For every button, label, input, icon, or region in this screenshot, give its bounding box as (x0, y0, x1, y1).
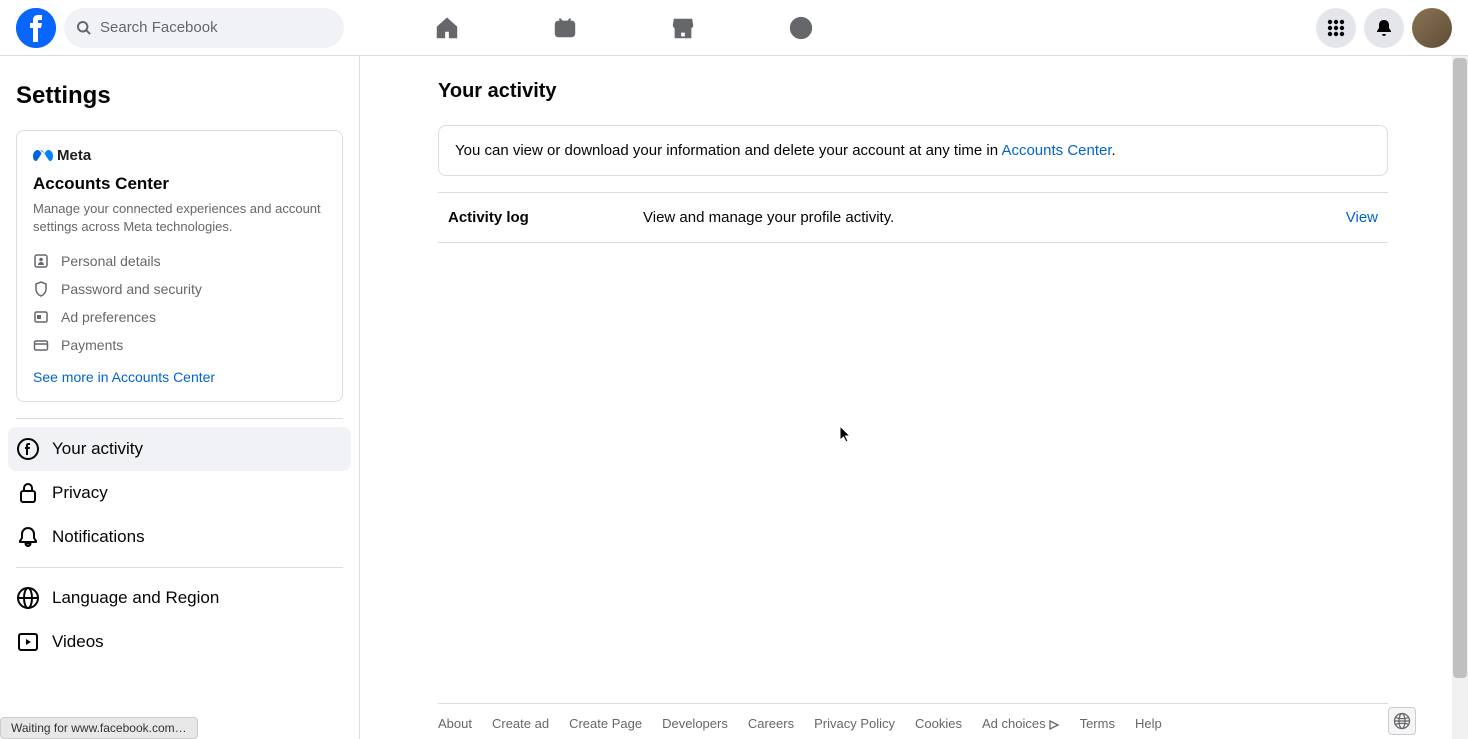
video-play-icon (16, 630, 40, 654)
footer: About Create ad Create Page Developers C… (438, 703, 1388, 739)
section-divider (438, 242, 1388, 243)
shield-icon (33, 281, 49, 297)
settings-title: Settings (8, 72, 351, 130)
nav-marketplace[interactable] (628, 4, 738, 52)
facebook-logo[interactable] (16, 8, 56, 48)
search-icon (76, 20, 92, 36)
password-security-item[interactable]: Password and security (33, 275, 326, 303)
accounts-center-link[interactable]: Accounts Center (1001, 142, 1111, 159)
footer-cookies[interactable]: Cookies (915, 716, 962, 731)
accounts-center-card[interactable]: Meta Accounts Center Manage your connect… (16, 130, 343, 402)
meta-brand-text: Meta (57, 147, 91, 164)
info-banner: You can view or download your informatio… (438, 125, 1388, 176)
footer-create-ad[interactable]: Create ad (492, 716, 549, 731)
sidebar: Settings Meta Accounts Center Manage you… (0, 56, 360, 739)
bell-icon (1374, 18, 1394, 38)
sidebar-privacy-label: Privacy (52, 483, 108, 503)
nav-video[interactable] (510, 4, 620, 52)
main-container: Settings Meta Accounts Center Manage you… (0, 56, 1468, 739)
groups-icon (788, 15, 814, 41)
menu-button[interactable] (1316, 8, 1356, 48)
search-input[interactable] (100, 19, 332, 36)
sidebar-item-your-activity[interactable]: Your activity (8, 427, 351, 471)
payments-item[interactable]: Payments (33, 331, 326, 359)
nav-groups[interactable] (746, 4, 856, 52)
activity-log-view-link[interactable]: View (1346, 209, 1378, 226)
sidebar-language-label: Language and Region (52, 588, 219, 608)
header-left (16, 8, 344, 48)
content-main: Your activity You can view or download y… (438, 80, 1388, 703)
globe-icon (1393, 712, 1411, 730)
facebook-logo-icon (16, 8, 56, 48)
footer-terms[interactable]: Terms (1080, 716, 1115, 731)
activity-log-row: Activity log View and manage your profil… (438, 193, 1388, 242)
sidebar-notifications-label: Notifications (52, 527, 145, 547)
personal-details-label: Personal details (61, 253, 161, 269)
banner-suffix: . (1112, 142, 1116, 159)
sidebar-divider (16, 418, 343, 419)
bell-icon (16, 525, 40, 549)
scrollbar-thumb[interactable] (1453, 58, 1467, 678)
footer-developers[interactable]: Developers (662, 716, 728, 731)
accounts-card-description: Manage your connected experiences and ac… (33, 200, 326, 235)
ad-choices-icon (1048, 719, 1060, 731)
meta-logo: Meta (33, 147, 326, 164)
ad-preferences-icon (33, 309, 49, 325)
sidebar-item-language[interactable]: Language and Region (8, 576, 351, 620)
lock-icon (16, 481, 40, 505)
scrollbar-track[interactable] (1452, 56, 1468, 739)
home-icon (434, 15, 460, 41)
header-nav (392, 4, 856, 52)
activity-log-description: View and manage your profile activity. (643, 209, 1346, 226)
personal-details-item[interactable]: Personal details (33, 247, 326, 275)
footer-ad-choices[interactable]: Ad choices (982, 716, 1060, 731)
ad-preferences-item[interactable]: Ad preferences (33, 303, 326, 331)
sidebar-item-privacy[interactable]: Privacy (8, 471, 351, 515)
profile-avatar[interactable] (1412, 8, 1452, 48)
header (0, 0, 1468, 56)
browser-status-bar: Waiting for www.facebook.com… (0, 717, 198, 739)
notifications-button[interactable] (1364, 8, 1404, 48)
personal-details-icon (33, 253, 49, 269)
footer-create-page[interactable]: Create Page (569, 716, 642, 731)
sidebar-item-videos[interactable]: Videos (8, 620, 351, 664)
sidebar-item-notifications[interactable]: Notifications (8, 515, 351, 559)
payments-icon (33, 337, 49, 353)
footer-help[interactable]: Help (1135, 716, 1162, 731)
banner-text: You can view or download your informatio… (455, 142, 1001, 159)
payments-label: Payments (61, 337, 123, 353)
marketplace-icon (670, 15, 696, 41)
password-security-label: Password and security (61, 281, 202, 297)
page-title: Your activity (438, 80, 1388, 103)
content-area: Your activity You can view or download y… (360, 56, 1468, 739)
sidebar-your-activity-label: Your activity (52, 439, 143, 459)
grid-icon (1326, 18, 1346, 38)
nav-home[interactable] (392, 4, 502, 52)
footer-about[interactable]: About (438, 716, 472, 731)
search-box[interactable] (64, 8, 344, 48)
footer-privacy-policy[interactable]: Privacy Policy (814, 716, 895, 731)
sidebar-videos-label: Videos (52, 632, 104, 652)
footer-careers[interactable]: Careers (748, 716, 794, 731)
meta-icon (33, 149, 53, 163)
globe-icon (16, 586, 40, 610)
video-icon (552, 15, 578, 41)
accounts-card-title: Accounts Center (33, 174, 326, 194)
see-more-accounts-link[interactable]: See more in Accounts Center (33, 359, 326, 393)
facebook-circle-icon (16, 437, 40, 461)
header-right (1316, 8, 1452, 48)
language-floating-button[interactable] (1388, 707, 1416, 735)
sidebar-divider (16, 567, 343, 568)
ad-preferences-label: Ad preferences (61, 309, 156, 325)
activity-log-title: Activity log (448, 209, 643, 226)
